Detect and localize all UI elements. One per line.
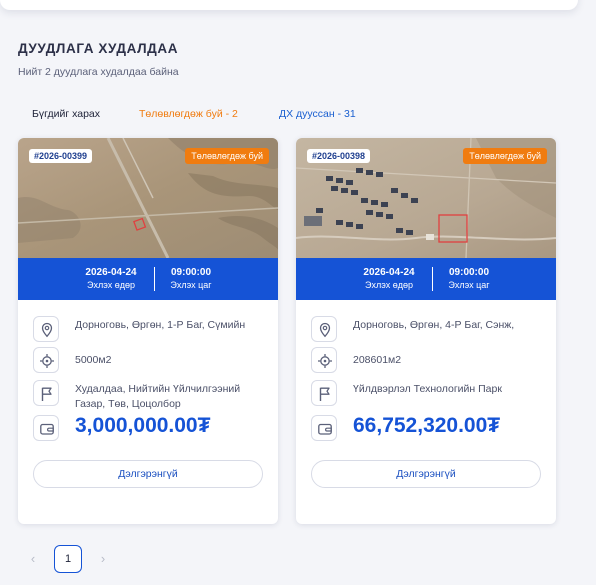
location-text: Дорноговь, Өргөн, 4-Р Баг, Сэнж,	[353, 319, 515, 331]
lot-number-badge: #2026-00399	[29, 149, 93, 163]
auction-card: #2026-00398 Төлөвлөгдөж буй 2026-04-24 Э…	[296, 138, 556, 524]
page-subtitle: Нийт 2 дуудлага худалдаа байна	[18, 66, 179, 78]
date-divider	[154, 267, 155, 291]
date-divider	[432, 267, 433, 291]
status-badge: Төлөвлөгдөж буй	[185, 148, 269, 164]
location-pin-icon	[311, 316, 337, 342]
target-icon	[311, 347, 337, 373]
location-pin-icon	[33, 316, 59, 342]
start-date-value: 2026-04-24	[85, 267, 137, 278]
tab-finished[interactable]: ДХ дууссан - 31	[279, 108, 356, 120]
target-icon	[33, 347, 59, 373]
wallet-icon	[311, 415, 337, 441]
pagination-prev-button[interactable]: ‹	[23, 545, 43, 573]
start-time-value: 09:00:00	[448, 267, 490, 278]
auction-card: #2026-00399 Төлөвлөгдөж буй 2026-04-24 Э…	[18, 138, 278, 524]
flag-icon	[33, 380, 59, 406]
date-band: 2026-04-24 Эхлэх өдөр 09:00:00 Эхлэх цаг	[296, 258, 556, 300]
area-text: 5000м2	[75, 354, 112, 366]
start-time-label: Эхлэх цаг	[170, 280, 212, 290]
details-button[interactable]: Дэлгэрэнгүй	[311, 460, 541, 488]
page-title: ДУУДЛАГА ХУДАЛДАА	[18, 41, 179, 56]
date-band: 2026-04-24 Эхлэх өдөр 09:00:00 Эхлэх цаг	[18, 258, 278, 300]
wallet-icon	[33, 415, 59, 441]
area-text: 208601м2	[353, 354, 402, 366]
purpose-text: Худалдаа, Нийтийн Үйлчилгээний Газар, Тө…	[75, 383, 241, 410]
start-date: 2026-04-24 Эхлэх өдөр	[354, 267, 424, 290]
start-time: 09:00:00 Эхлэх цаг	[434, 267, 504, 290]
lot-number-badge: #2026-00398	[307, 149, 371, 163]
start-date-label: Эхлэх өдөр	[365, 280, 413, 290]
start-date-label: Эхлэх өдөр	[87, 280, 135, 290]
start-time-label: Эхлэх цаг	[448, 280, 490, 290]
start-time: 09:00:00 Эхлэх цаг	[156, 267, 226, 290]
tab-all[interactable]: Бүгдийг харах	[32, 108, 100, 120]
start-date-value: 2026-04-24	[363, 267, 415, 278]
top-panel	[0, 0, 578, 10]
start-time-value: 09:00:00	[170, 267, 212, 278]
price-value: 3,000,000.00₮	[75, 414, 211, 437]
purpose-text: Үйлдвэрлэл Технологийн Парк	[353, 383, 502, 395]
status-badge: Төлөвлөгдөж буй	[463, 148, 547, 164]
details-button[interactable]: Дэлгэрэнгүй	[33, 460, 263, 488]
pagination-page-1[interactable]: 1	[54, 545, 82, 573]
pagination-next-button[interactable]: ›	[93, 545, 113, 573]
flag-icon	[311, 380, 337, 406]
price-value: 66,752,320.00₮	[353, 414, 501, 437]
location-text: Дорноговь, Өргөн, 1-Р Баг, Сүмийн	[75, 319, 246, 331]
start-date: 2026-04-24 Эхлэх өдөр	[76, 267, 146, 290]
tab-planned[interactable]: Төлөвлөгдөж буй - 2	[139, 108, 238, 120]
